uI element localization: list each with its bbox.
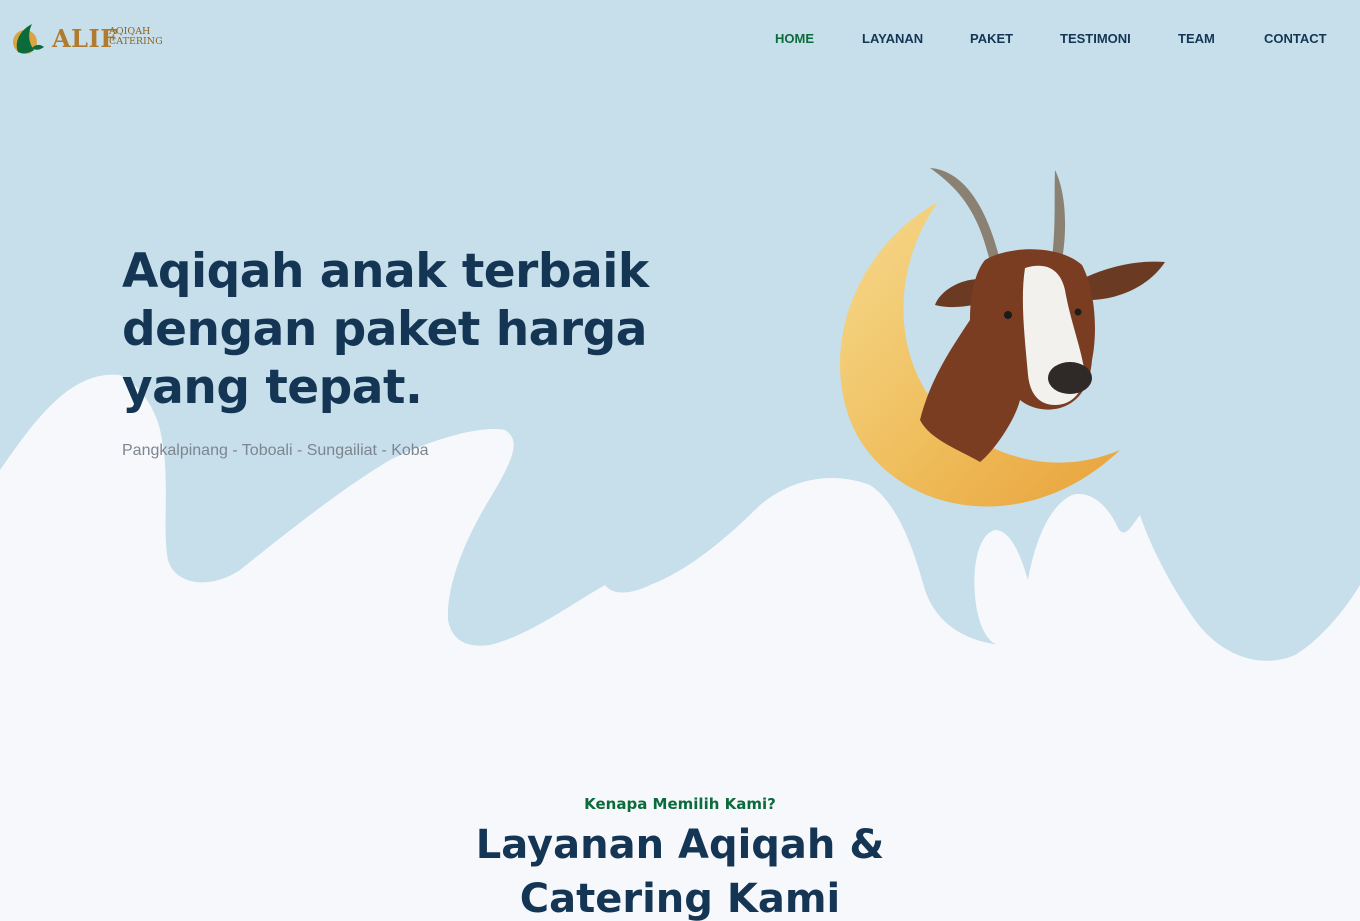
section-kicker: Kenapa Memilih Kami?	[584, 795, 776, 813]
site-header: ALIF AQIQAH CATERING HOME LAYANAN PAKET …	[0, 0, 1360, 76]
main-nav: HOME LAYANAN PAKET TESTIMONI TEAM CONTAC…	[0, 31, 1360, 51]
nav-testimoni[interactable]: TESTIMONI	[1060, 31, 1131, 46]
crescent-goat-illustration	[840, 168, 1165, 507]
nav-team[interactable]: TEAM	[1178, 31, 1215, 46]
nav-contact[interactable]: CONTACT	[1264, 31, 1327, 46]
goat-icon	[920, 168, 1165, 462]
nav-home[interactable]: HOME	[775, 31, 814, 46]
hero-title: Aqiqah anak terbaik dengan paket harga y…	[122, 244, 649, 415]
hero-subtitle: Pangkalpinang - Toboali - Sungailiat - K…	[122, 442, 429, 459]
section-title: Layanan Aqiqah & Catering Kami	[475, 822, 885, 921]
nav-layanan[interactable]: LAYANAN	[862, 31, 923, 46]
nav-paket[interactable]: PAKET	[970, 31, 1013, 46]
